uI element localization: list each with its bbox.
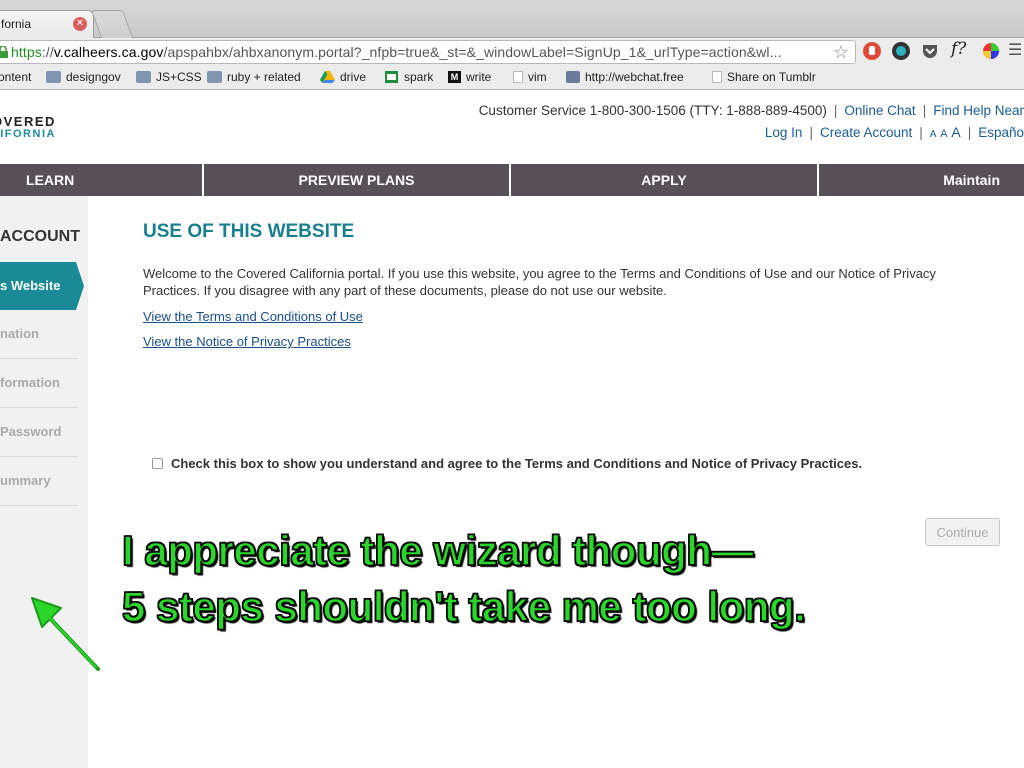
create-account-link[interactable]: Create Account bbox=[820, 125, 912, 140]
page-icon bbox=[513, 71, 523, 83]
menu-icon[interactable]: ☰ bbox=[1008, 40, 1024, 60]
bookmarks-bar: ontent designgov JS+CSS ruby + related d… bbox=[0, 66, 1024, 90]
color-wheel-extension-icon[interactable] bbox=[891, 41, 911, 61]
covered-california-logo[interactable]: OVERED LIFORNIA bbox=[0, 114, 56, 140]
annotation-text: I appreciate the wizard though— 5 steps … bbox=[121, 523, 806, 635]
lock-icon bbox=[0, 46, 8, 58]
continue-button[interactable]: Continue bbox=[925, 518, 1000, 546]
agree-row: Check this box to show you understand an… bbox=[152, 456, 862, 471]
wizard-sidebar: ACCOUNT s Website nation formation Passw… bbox=[0, 196, 88, 768]
browser-toolbar: https://v.calheers.ca.gov/apspahbx/ahbxa… bbox=[0, 38, 1024, 66]
new-tab-button[interactable] bbox=[90, 10, 134, 38]
url-text: https://v.calheers.ca.gov/apspahbx/ahbxa… bbox=[11, 44, 782, 60]
wizard-step[interactable]: formation bbox=[0, 359, 78, 408]
agree-checkbox[interactable] bbox=[152, 458, 163, 469]
wizard-step[interactable]: nation bbox=[0, 310, 78, 359]
tab-bar: fornia ✕ bbox=[0, 0, 1024, 38]
pocket-icon[interactable] bbox=[920, 41, 940, 61]
login-link[interactable]: Log In bbox=[765, 125, 803, 140]
page-title: USE OF THIS WEBSITE bbox=[143, 221, 355, 242]
sheet-icon bbox=[385, 71, 398, 83]
find-help-link[interactable]: Find Help Near bbox=[933, 103, 1024, 118]
annotation-line-2: 5 steps shouldn't take me too long. bbox=[121, 582, 806, 631]
nav-apply[interactable]: APPLY bbox=[511, 164, 819, 196]
online-chat-link[interactable]: Online Chat bbox=[844, 103, 915, 118]
espanol-link[interactable]: Españo bbox=[978, 125, 1024, 140]
bookmark-item[interactable]: Mwrite bbox=[448, 70, 491, 84]
browser-tab[interactable]: fornia ✕ bbox=[0, 10, 94, 38]
colorpicker-extension-icon[interactable] bbox=[981, 41, 1001, 61]
hand-extension-icon[interactable] bbox=[862, 41, 882, 61]
globe-icon bbox=[566, 71, 580, 83]
folder-icon bbox=[136, 71, 151, 83]
text-size-control[interactable]: A A A bbox=[930, 124, 961, 140]
page-icon bbox=[712, 71, 722, 83]
bookmark-item[interactable]: spark bbox=[384, 70, 433, 84]
terms-link[interactable]: View the Terms and Conditions of Use bbox=[143, 309, 993, 324]
web-page: OVERED LIFORNIA Customer Service 1-800-3… bbox=[0, 91, 1024, 768]
drive-icon bbox=[320, 71, 335, 83]
bookmark-item[interactable]: ontent bbox=[0, 70, 31, 84]
font-extension-icon[interactable]: f? bbox=[951, 39, 971, 59]
annotation-line-1: I appreciate the wizard though— bbox=[121, 526, 754, 575]
utility-bar: Customer Service 1-800-300-1506 (TTY: 1-… bbox=[478, 103, 1024, 118]
account-links: Log In | Create Account | A A A | Españo bbox=[764, 124, 1024, 140]
nav-preview-plans[interactable]: PREVIEW PLANS bbox=[204, 164, 511, 196]
sidebar-heading: ACCOUNT bbox=[0, 228, 80, 245]
folder-icon bbox=[46, 71, 61, 83]
address-bar[interactable]: https://v.calheers.ca.gov/apspahbx/ahbxa… bbox=[0, 40, 856, 64]
customer-service-text: Customer Service 1-800-300-1506 (TTY: 1-… bbox=[478, 103, 827, 118]
intro-text: Welcome to the Covered California portal… bbox=[143, 266, 936, 298]
nav-learn[interactable]: LEARN bbox=[0, 164, 204, 196]
privacy-link[interactable]: View the Notice of Privacy Practices bbox=[143, 334, 993, 349]
main-nav: LEARN PREVIEW PLANS APPLY Maintain bbox=[0, 164, 1024, 196]
m-icon: M bbox=[448, 71, 461, 83]
bookmark-item[interactable]: http://webchat.free bbox=[566, 70, 693, 84]
bookmark-item[interactable]: vim bbox=[513, 70, 547, 84]
bookmark-item[interactable]: designgov bbox=[46, 70, 121, 84]
wizard-step[interactable]: Password bbox=[0, 408, 78, 457]
green-arrow-icon bbox=[31, 597, 100, 671]
folder-icon bbox=[207, 71, 222, 83]
wizard-step[interactable]: ummary bbox=[0, 457, 78, 506]
bookmark-item[interactable]: ruby + related bbox=[207, 70, 301, 84]
bookmark-star-icon[interactable]: ☆ bbox=[833, 42, 849, 63]
wizard-step-active[interactable]: s Website bbox=[0, 262, 84, 310]
nav-maintain[interactable]: Maintain bbox=[819, 164, 1024, 196]
close-icon[interactable]: ✕ bbox=[73, 17, 87, 31]
agree-label: Check this box to show you understand an… bbox=[171, 456, 863, 471]
tab-title: fornia bbox=[1, 17, 32, 31]
bookmark-item[interactable]: Share on Tumblr bbox=[712, 70, 816, 84]
bookmark-item[interactable]: JS+CSS bbox=[136, 70, 202, 84]
bookmark-item[interactable]: drive bbox=[320, 70, 366, 84]
main-content: USE OF THIS WEBSITE Welcome to the Cover… bbox=[143, 221, 993, 349]
